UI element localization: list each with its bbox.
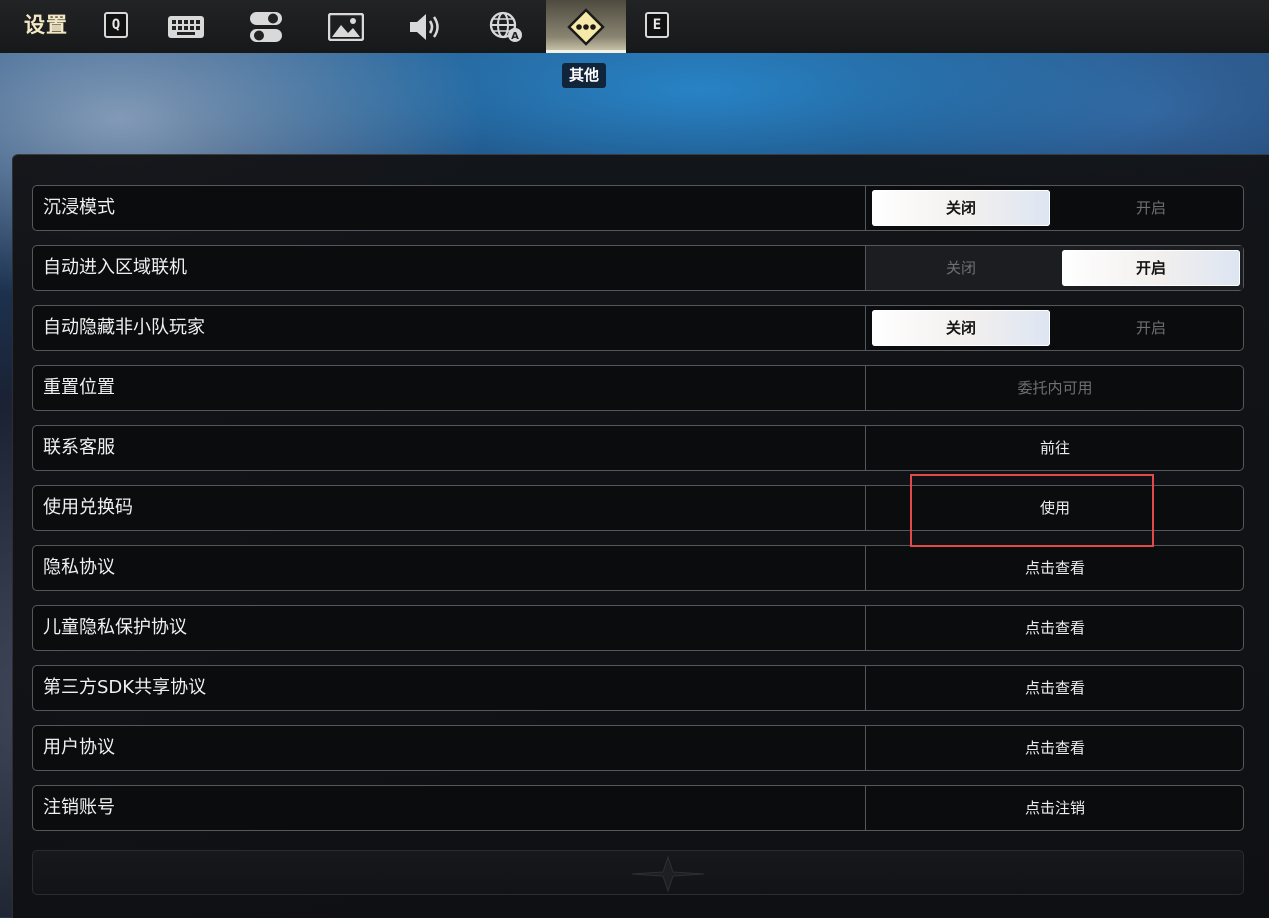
setting-row-privacy-policy: 隐私协议 点击查看 xyxy=(32,545,1244,591)
tab-keyboard[interactable] xyxy=(146,0,226,53)
setting-row-third-party-sdk: 第三方SDK共享协议 点击查看 xyxy=(32,665,1244,711)
delete-account-cell: 点击注销 xyxy=(865,786,1243,830)
tab-other[interactable] xyxy=(546,0,626,53)
option-on[interactable]: 开启 xyxy=(1062,190,1240,226)
option-off[interactable]: 关闭 xyxy=(872,310,1050,346)
third-party-sdk-cell: 点击查看 xyxy=(865,666,1243,710)
tab-toggles[interactable] xyxy=(226,0,306,53)
contact-support-button[interactable]: 前往 xyxy=(866,426,1244,470)
privacy-policy-cell: 点击查看 xyxy=(865,546,1243,590)
setting-label: 用户协议 xyxy=(43,737,115,758)
toggle-immersive-mode: 关闭 开启 xyxy=(865,186,1243,230)
setting-label: 自动隐藏非小队玩家 xyxy=(43,317,205,338)
option-on[interactable]: 开启 xyxy=(1062,310,1240,346)
redeem-code-cell: 使用 xyxy=(865,486,1243,530)
option-off[interactable]: 关闭 xyxy=(872,250,1050,286)
setting-label: 联系客服 xyxy=(43,437,115,458)
setting-label: 儿童隐私保护协议 xyxy=(43,617,187,638)
child-privacy-cell: 点击查看 xyxy=(865,606,1243,650)
setting-row-reset-position: 重置位置 委托内可用 xyxy=(32,365,1244,411)
list-end-divider xyxy=(32,850,1244,895)
tab-audio[interactable] xyxy=(386,0,466,53)
view-third-party-sdk-button[interactable]: 点击查看 xyxy=(866,666,1244,710)
delete-account-button[interactable]: 点击注销 xyxy=(866,786,1244,830)
globe-icon: A xyxy=(489,11,522,42)
setting-label: 第三方SDK共享协议 xyxy=(43,677,207,698)
setting-label: 重置位置 xyxy=(43,377,115,398)
setting-row-user-agreement: 用户协议 点击查看 xyxy=(32,725,1244,771)
setting-row-immersive-mode: 沉浸模式 关闭 开启 xyxy=(32,185,1244,231)
setting-row-auto-region-coop: 自动进入区域联机 关闭 开启 xyxy=(32,245,1244,291)
contact-support-cell: 前往 xyxy=(865,426,1243,470)
option-on[interactable]: 开启 xyxy=(1062,250,1240,286)
option-off[interactable]: 关闭 xyxy=(872,190,1050,226)
setting-label: 自动进入区域联机 xyxy=(43,257,187,278)
reset-position-cell: 委托内可用 xyxy=(865,366,1243,410)
user-agreement-cell: 点击查看 xyxy=(865,726,1243,770)
keyboard-icon xyxy=(168,15,204,38)
svg-text:A: A xyxy=(511,31,519,42)
toggle-auto-hide-players: 关闭 开启 xyxy=(865,306,1243,350)
top-tab-bar: 设置 Q A E xyxy=(0,0,1269,53)
diamond-dots-icon xyxy=(567,7,605,46)
reset-position-button: 委托内可用 xyxy=(1017,379,1093,397)
tab-graphics[interactable] xyxy=(306,0,386,53)
view-child-privacy-button[interactable]: 点击查看 xyxy=(866,606,1244,650)
setting-label: 注销账号 xyxy=(43,797,115,818)
view-privacy-policy-button[interactable]: 点击查看 xyxy=(866,546,1244,590)
redeem-code-button[interactable]: 使用 xyxy=(866,486,1244,530)
star-emblem-icon xyxy=(631,855,705,893)
prev-tab-key-hint: Q xyxy=(104,12,128,38)
setting-label: 使用兑换码 xyxy=(43,497,133,518)
setting-label: 沉浸模式 xyxy=(43,197,115,218)
setting-row-contact-support: 联系客服 前往 xyxy=(32,425,1244,471)
view-user-agreement-button[interactable]: 点击查看 xyxy=(866,726,1244,770)
setting-row-redeem-code: 使用兑换码 使用 xyxy=(32,485,1244,531)
speaker-icon xyxy=(410,13,439,40)
tab-language[interactable]: A xyxy=(466,0,546,53)
setting-row-delete-account: 注销账号 点击注销 xyxy=(32,785,1244,831)
setting-row-auto-hide-players: 自动隐藏非小队玩家 关闭 开启 xyxy=(32,305,1244,351)
toggle-auto-region-coop: 关闭 开启 xyxy=(865,246,1243,290)
toggle-icon xyxy=(250,11,282,42)
setting-label: 隐私协议 xyxy=(43,557,115,578)
setting-row-child-privacy: 儿童隐私保护协议 点击查看 xyxy=(32,605,1244,651)
page-title: 设置 xyxy=(24,13,68,37)
image-icon xyxy=(328,12,364,41)
next-tab-key-hint: E xyxy=(645,12,669,38)
active-tab-tooltip: 其他 xyxy=(562,63,607,88)
